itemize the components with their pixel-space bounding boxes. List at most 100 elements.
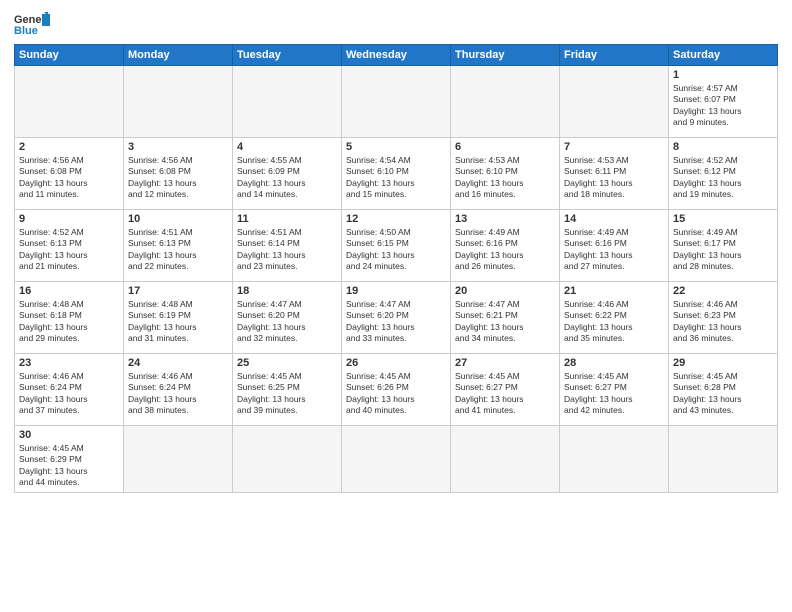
day-number: 4 xyxy=(237,141,337,153)
calendar-cell: 21 Sunrise: 4:46 AM Sunset: 6:22 PM Dayli… xyxy=(560,282,669,354)
day-number: 20 xyxy=(455,285,555,297)
calendar-cell xyxy=(233,66,342,138)
day-number: 27 xyxy=(455,357,555,369)
weekday-header-thursday: Thursday xyxy=(451,45,560,66)
day-info: Sunrise: 4:49 AM Sunset: 6:16 PM Dayligh… xyxy=(455,227,555,273)
day-number: 7 xyxy=(564,141,664,153)
calendar-table: SundayMondayTuesdayWednesdayThursdayFrid… xyxy=(14,44,778,493)
day-info: Sunrise: 4:46 AM Sunset: 6:23 PM Dayligh… xyxy=(673,299,773,345)
day-info: Sunrise: 4:47 AM Sunset: 6:21 PM Dayligh… xyxy=(455,299,555,345)
calendar-cell xyxy=(451,426,560,493)
day-info: Sunrise: 4:46 AM Sunset: 6:22 PM Dayligh… xyxy=(564,299,664,345)
day-number: 12 xyxy=(346,213,446,225)
calendar-week-2: 2 Sunrise: 4:56 AM Sunset: 6:08 PM Daylig… xyxy=(15,138,778,210)
calendar-cell: 2 Sunrise: 4:56 AM Sunset: 6:08 PM Daylig… xyxy=(15,138,124,210)
weekday-header-sunday: Sunday xyxy=(15,45,124,66)
calendar-cell: 12 Sunrise: 4:50 AM Sunset: 6:15 PM Dayli… xyxy=(342,210,451,282)
calendar-cell: 16 Sunrise: 4:48 AM Sunset: 6:18 PM Dayli… xyxy=(15,282,124,354)
day-info: Sunrise: 4:52 AM Sunset: 6:13 PM Dayligh… xyxy=(19,227,119,273)
calendar-cell: 15 Sunrise: 4:49 AM Sunset: 6:17 PM Dayli… xyxy=(669,210,778,282)
day-number: 15 xyxy=(673,213,773,225)
calendar-cell xyxy=(342,66,451,138)
calendar-page: General Blue SundayMondayTuesdayWednesda… xyxy=(0,0,792,612)
day-info: Sunrise: 4:49 AM Sunset: 6:17 PM Dayligh… xyxy=(673,227,773,273)
calendar-cell xyxy=(342,426,451,493)
day-number: 3 xyxy=(128,141,228,153)
day-number: 9 xyxy=(19,213,119,225)
calendar-cell: 20 Sunrise: 4:47 AM Sunset: 6:21 PM Dayli… xyxy=(451,282,560,354)
day-number: 29 xyxy=(673,357,773,369)
day-number: 2 xyxy=(19,141,119,153)
day-number: 13 xyxy=(455,213,555,225)
day-info: Sunrise: 4:47 AM Sunset: 6:20 PM Dayligh… xyxy=(237,299,337,345)
calendar-week-4: 16 Sunrise: 4:48 AM Sunset: 6:18 PM Dayli… xyxy=(15,282,778,354)
day-number: 28 xyxy=(564,357,664,369)
day-info: Sunrise: 4:48 AM Sunset: 6:18 PM Dayligh… xyxy=(19,299,119,345)
calendar-week-5: 23 Sunrise: 4:46 AM Sunset: 6:24 PM Dayli… xyxy=(15,354,778,426)
day-number: 24 xyxy=(128,357,228,369)
day-number: 11 xyxy=(237,213,337,225)
calendar-cell: 28 Sunrise: 4:45 AM Sunset: 6:27 PM Dayli… xyxy=(560,354,669,426)
calendar-cell xyxy=(669,426,778,493)
day-info: Sunrise: 4:49 AM Sunset: 6:16 PM Dayligh… xyxy=(564,227,664,273)
calendar-week-3: 9 Sunrise: 4:52 AM Sunset: 6:13 PM Daylig… xyxy=(15,210,778,282)
calendar-cell: 10 Sunrise: 4:51 AM Sunset: 6:13 PM Dayli… xyxy=(124,210,233,282)
day-number: 17 xyxy=(128,285,228,297)
calendar-cell: 13 Sunrise: 4:49 AM Sunset: 6:16 PM Dayli… xyxy=(451,210,560,282)
day-info: Sunrise: 4:51 AM Sunset: 6:13 PM Dayligh… xyxy=(128,227,228,273)
logo-icon: General Blue xyxy=(14,10,50,38)
day-info: Sunrise: 4:56 AM Sunset: 6:08 PM Dayligh… xyxy=(128,155,228,201)
calendar-cell: 18 Sunrise: 4:47 AM Sunset: 6:20 PM Dayli… xyxy=(233,282,342,354)
day-number: 6 xyxy=(455,141,555,153)
calendar-cell: 11 Sunrise: 4:51 AM Sunset: 6:14 PM Dayli… xyxy=(233,210,342,282)
day-info: Sunrise: 4:45 AM Sunset: 6:26 PM Dayligh… xyxy=(346,371,446,417)
day-info: Sunrise: 4:46 AM Sunset: 6:24 PM Dayligh… xyxy=(128,371,228,417)
day-number: 21 xyxy=(564,285,664,297)
calendar-cell: 4 Sunrise: 4:55 AM Sunset: 6:09 PM Daylig… xyxy=(233,138,342,210)
day-info: Sunrise: 4:45 AM Sunset: 6:27 PM Dayligh… xyxy=(455,371,555,417)
calendar-cell xyxy=(233,426,342,493)
calendar-cell: 27 Sunrise: 4:45 AM Sunset: 6:27 PM Dayli… xyxy=(451,354,560,426)
calendar-cell xyxy=(124,426,233,493)
calendar-cell: 9 Sunrise: 4:52 AM Sunset: 6:13 PM Daylig… xyxy=(15,210,124,282)
day-info: Sunrise: 4:50 AM Sunset: 6:15 PM Dayligh… xyxy=(346,227,446,273)
weekday-header-wednesday: Wednesday xyxy=(342,45,451,66)
day-number: 8 xyxy=(673,141,773,153)
day-info: Sunrise: 4:57 AM Sunset: 6:07 PM Dayligh… xyxy=(673,83,773,129)
calendar-cell: 30Sunrise: 4:45 AM Sunset: 6:29 PM Dayli… xyxy=(15,426,124,493)
day-info: Sunrise: 4:51 AM Sunset: 6:14 PM Dayligh… xyxy=(237,227,337,273)
page-header: General Blue xyxy=(14,10,778,38)
calendar-cell xyxy=(451,66,560,138)
calendar-cell: 22Sunrise: 4:46 AM Sunset: 6:23 PM Dayli… xyxy=(669,282,778,354)
calendar-cell: 6 Sunrise: 4:53 AM Sunset: 6:10 PM Daylig… xyxy=(451,138,560,210)
day-info: Sunrise: 4:53 AM Sunset: 6:10 PM Dayligh… xyxy=(455,155,555,201)
calendar-cell: 26Sunrise: 4:45 AM Sunset: 6:26 PM Dayli… xyxy=(342,354,451,426)
calendar-cell: 23Sunrise: 4:46 AM Sunset: 6:24 PM Dayli… xyxy=(15,354,124,426)
day-info: Sunrise: 4:45 AM Sunset: 6:28 PM Dayligh… xyxy=(673,371,773,417)
day-info: Sunrise: 4:56 AM Sunset: 6:08 PM Dayligh… xyxy=(19,155,119,201)
day-number: 10 xyxy=(128,213,228,225)
day-number: 23 xyxy=(19,357,119,369)
weekday-header-saturday: Saturday xyxy=(669,45,778,66)
day-info: Sunrise: 4:55 AM Sunset: 6:09 PM Dayligh… xyxy=(237,155,337,201)
day-number: 16 xyxy=(19,285,119,297)
day-info: Sunrise: 4:47 AM Sunset: 6:20 PM Dayligh… xyxy=(346,299,446,345)
calendar-cell: 25Sunrise: 4:45 AM Sunset: 6:25 PM Dayli… xyxy=(233,354,342,426)
day-info: Sunrise: 4:45 AM Sunset: 6:29 PM Dayligh… xyxy=(19,443,119,489)
calendar-cell xyxy=(560,66,669,138)
day-number: 1 xyxy=(673,69,773,81)
day-info: Sunrise: 4:52 AM Sunset: 6:12 PM Dayligh… xyxy=(673,155,773,201)
calendar-week-1: 1 Sunrise: 4:57 AM Sunset: 6:07 PM Daylig… xyxy=(15,66,778,138)
calendar-cell: 1 Sunrise: 4:57 AM Sunset: 6:07 PM Daylig… xyxy=(669,66,778,138)
day-info: Sunrise: 4:53 AM Sunset: 6:11 PM Dayligh… xyxy=(564,155,664,201)
day-info: Sunrise: 4:45 AM Sunset: 6:27 PM Dayligh… xyxy=(564,371,664,417)
day-number: 25 xyxy=(237,357,337,369)
day-number: 14 xyxy=(564,213,664,225)
day-info: Sunrise: 4:54 AM Sunset: 6:10 PM Dayligh… xyxy=(346,155,446,201)
day-number: 19 xyxy=(346,285,446,297)
calendar-cell: 7 Sunrise: 4:53 AM Sunset: 6:11 PM Daylig… xyxy=(560,138,669,210)
calendar-cell: 5Sunrise: 4:54 AM Sunset: 6:10 PM Daylig… xyxy=(342,138,451,210)
day-number: 18 xyxy=(237,285,337,297)
calendar-cell: 8 Sunrise: 4:52 AM Sunset: 6:12 PM Daylig… xyxy=(669,138,778,210)
calendar-cell: 17Sunrise: 4:48 AM Sunset: 6:19 PM Dayli… xyxy=(124,282,233,354)
